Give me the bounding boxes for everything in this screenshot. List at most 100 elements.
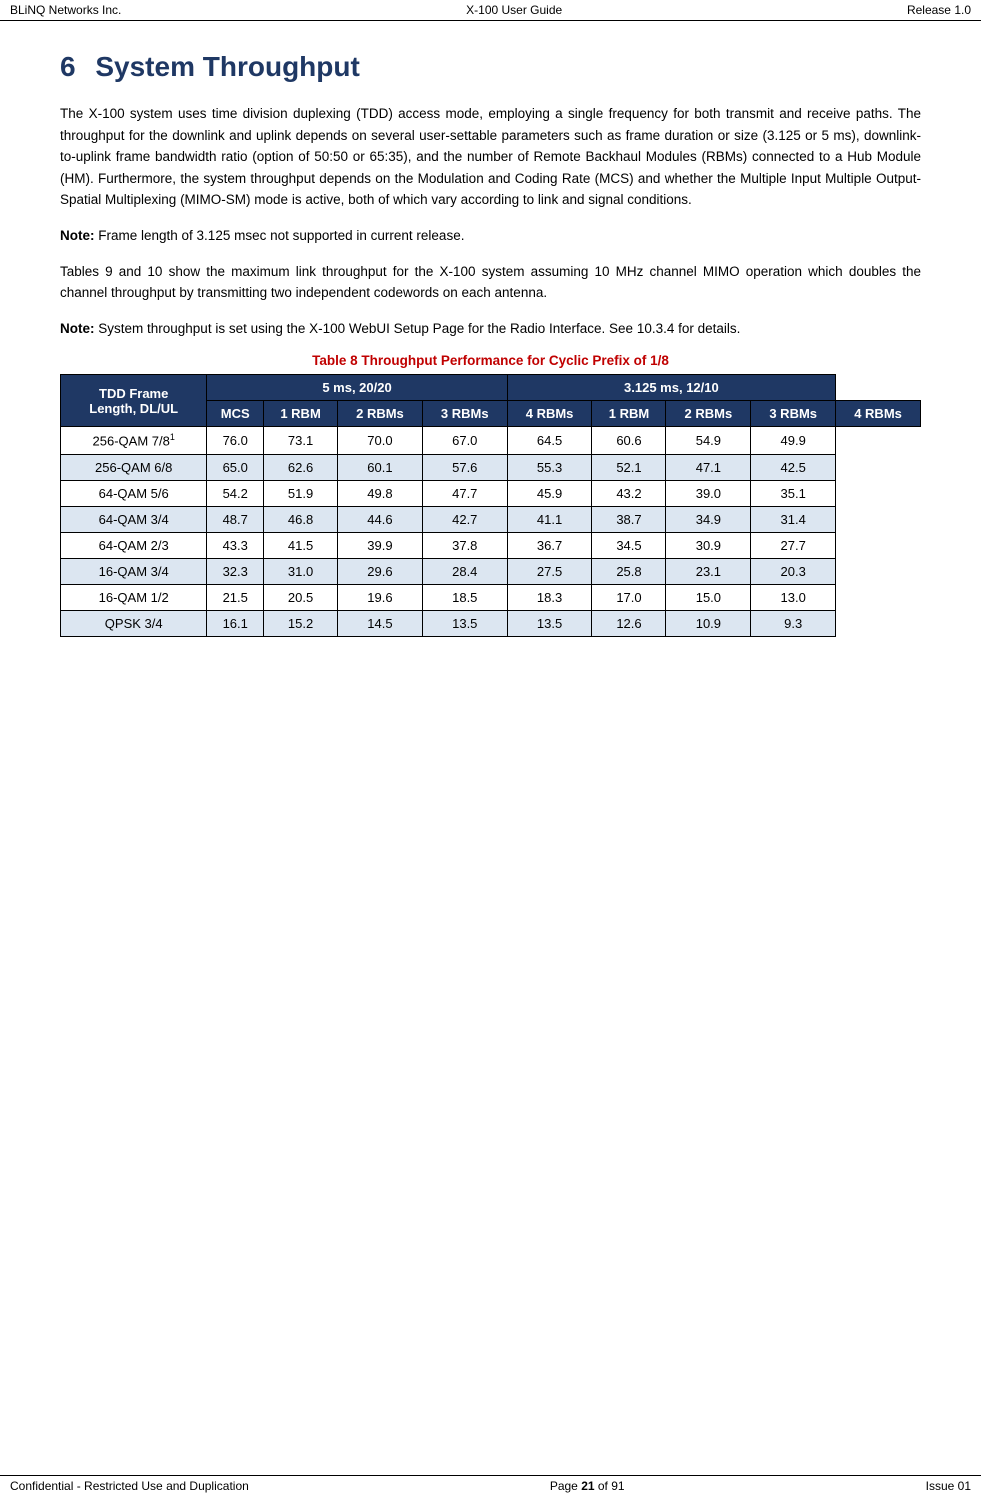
subheader-mcs: MCS (207, 401, 264, 427)
footer-right: Issue 01 (926, 1479, 971, 1493)
subheader-rbm-7: 3 RBMs (751, 401, 836, 427)
chapter-number: 6 (60, 51, 76, 82)
cell-value: 29.6 (338, 558, 423, 584)
cell-value: 44.6 (338, 506, 423, 532)
cell-value: 21.5 (207, 584, 264, 610)
table-row: 64-QAM 3/448.746.844.642.741.138.734.931… (61, 506, 921, 532)
cell-value: 39.0 (666, 480, 751, 506)
cell-value: 60.6 (592, 427, 666, 454)
main-content: 6 System Throughput The X-100 system use… (0, 21, 981, 717)
cell-value: 16.1 (207, 610, 264, 636)
cell-value: 31.0 (264, 558, 338, 584)
table-row: 64-QAM 2/343.341.539.937.836.734.530.927… (61, 532, 921, 558)
header-left: BLiNQ Networks Inc. (10, 3, 121, 17)
note-2-label: Note: (60, 321, 95, 336)
cell-value: 14.5 (338, 610, 423, 636)
cell-value: 49.9 (751, 427, 836, 454)
cell-value: 43.2 (592, 480, 666, 506)
table-row: 256-QAM 6/865.062.660.157.655.352.147.14… (61, 454, 921, 480)
note-1-text: Frame length of 3.125 msec not supported… (95, 228, 465, 243)
cell-value: 28.4 (422, 558, 507, 584)
cell-value: 32.3 (207, 558, 264, 584)
subheader-rbm-8: 4 RBMs (836, 401, 921, 427)
cell-value: 46.8 (264, 506, 338, 532)
cell-mcs: 256-QAM 7/81 (61, 427, 207, 454)
cell-value: 60.1 (338, 454, 423, 480)
cell-value: 13.5 (507, 610, 592, 636)
cell-value: 55.3 (507, 454, 592, 480)
cell-value: 10.9 (666, 610, 751, 636)
body-paragraph-1: The X-100 system uses time division dupl… (60, 103, 921, 211)
cell-value: 64.5 (507, 427, 592, 454)
cell-value: 12.6 (592, 610, 666, 636)
cell-value: 43.3 (207, 532, 264, 558)
cell-mcs: 16-QAM 1/2 (61, 584, 207, 610)
footer-center: Page 21 of 91 (550, 1479, 625, 1493)
cell-value: 76.0 (207, 427, 264, 454)
cell-value: 62.6 (264, 454, 338, 480)
col-header-tdd: TDD FrameLength, DL/UL (61, 375, 207, 427)
header-right: Release 1.0 (907, 3, 971, 17)
cell-value: 34.9 (666, 506, 751, 532)
cell-value: 31.4 (751, 506, 836, 532)
table-row: 16-QAM 1/221.520.519.618.518.317.015.013… (61, 584, 921, 610)
cell-value: 18.3 (507, 584, 592, 610)
cell-value: 51.9 (264, 480, 338, 506)
note-1-label: Note: (60, 228, 95, 243)
table-row: 64-QAM 5/654.251.949.847.745.943.239.035… (61, 480, 921, 506)
cell-mcs: 64-QAM 3/4 (61, 506, 207, 532)
throughput-table: TDD FrameLength, DL/UL5 ms, 20/203.125 m… (60, 374, 921, 636)
subheader-rbm-4: 4 RBMs (507, 401, 592, 427)
footer-left: Confidential - Restricted Use and Duplic… (10, 1479, 249, 1493)
cell-mcs: 16-QAM 3/4 (61, 558, 207, 584)
chapter-title: 6 System Throughput (60, 51, 921, 83)
cell-value: 20.3 (751, 558, 836, 584)
chapter-title-text: System Throughput (95, 51, 359, 82)
cell-value: 15.2 (264, 610, 338, 636)
cell-value: 47.1 (666, 454, 751, 480)
cell-value: 30.9 (666, 532, 751, 558)
page-footer: Confidential - Restricted Use and Duplic… (0, 1475, 981, 1496)
cell-value: 48.7 (207, 506, 264, 532)
cell-value: 13.0 (751, 584, 836, 610)
cell-value: 42.5 (751, 454, 836, 480)
cell-value: 9.3 (751, 610, 836, 636)
cell-value: 41.1 (507, 506, 592, 532)
body-paragraph-2: Tables 9 and 10 show the maximum link th… (60, 261, 921, 304)
cell-value: 54.9 (666, 427, 751, 454)
note-2-text: System throughput is set using the X-100… (95, 321, 741, 336)
cell-mcs: QPSK 3/4 (61, 610, 207, 636)
header-center: X-100 User Guide (466, 3, 562, 17)
cell-value: 57.6 (422, 454, 507, 480)
cell-value: 37.8 (422, 532, 507, 558)
cell-value: 52.1 (592, 454, 666, 480)
cell-value: 19.6 (338, 584, 423, 610)
cell-value: 67.0 (422, 427, 507, 454)
cell-value: 70.0 (338, 427, 423, 454)
page-header: BLiNQ Networks Inc. X-100 User Guide Rel… (0, 0, 981, 21)
cell-value: 27.7 (751, 532, 836, 558)
cell-mcs: 256-QAM 6/8 (61, 454, 207, 480)
cell-value: 25.8 (592, 558, 666, 584)
cell-value: 49.8 (338, 480, 423, 506)
subheader-rbm-6: 2 RBMs (666, 401, 751, 427)
table-row: QPSK 3/416.115.214.513.513.512.610.99.3 (61, 610, 921, 636)
subheader-rbm-1: 1 RBM (264, 401, 338, 427)
cell-value: 45.9 (507, 480, 592, 506)
table-row: 256-QAM 7/8176.073.170.067.064.560.654.9… (61, 427, 921, 454)
cell-value: 15.0 (666, 584, 751, 610)
cell-value: 18.5 (422, 584, 507, 610)
cell-value: 13.5 (422, 610, 507, 636)
cell-value: 35.1 (751, 480, 836, 506)
cell-value: 20.5 (264, 584, 338, 610)
table-row: 16-QAM 3/432.331.029.628.427.525.823.120… (61, 558, 921, 584)
subheader-rbm-5: 1 RBM (592, 401, 666, 427)
cell-value: 17.0 (592, 584, 666, 610)
cell-value: 65.0 (207, 454, 264, 480)
cell-value: 73.1 (264, 427, 338, 454)
col-header-3125ms: 3.125 ms, 12/10 (507, 375, 835, 401)
cell-value: 41.5 (264, 532, 338, 558)
cell-value: 34.5 (592, 532, 666, 558)
cell-mcs: 64-QAM 5/6 (61, 480, 207, 506)
table-title: Table 8 Throughput Performance for Cycli… (60, 353, 921, 368)
